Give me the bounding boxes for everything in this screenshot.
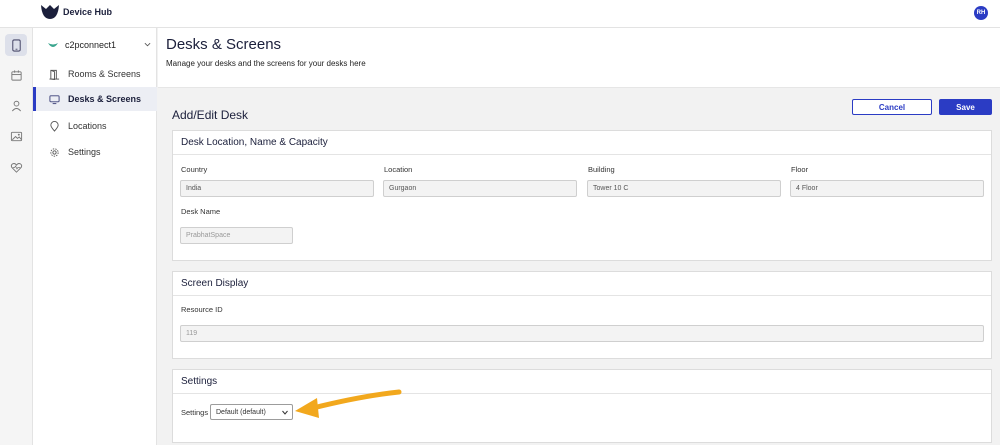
- desk-name-label: Desk Name: [181, 207, 221, 216]
- card-title: Screen Display: [181, 278, 249, 289]
- monitor-icon: [49, 94, 60, 104]
- sidebar-item-desks-screens[interactable]: Desks & Screens: [33, 87, 157, 111]
- settings-select[interactable]: Default (default): [210, 404, 293, 420]
- door-icon: [49, 69, 60, 80]
- resource-id-label: Resource ID: [181, 305, 223, 314]
- tablet-icon: [11, 38, 21, 52]
- rail-health-button[interactable]: [5, 156, 27, 178]
- chevron-down-icon: [282, 410, 288, 415]
- app-title: Device Hub: [63, 7, 113, 17]
- cancel-button[interactable]: Cancel: [852, 99, 932, 115]
- heart-pulse-icon: [10, 162, 22, 173]
- gear-icon: [50, 147, 59, 157]
- top-bar: Device Hub RH: [0, 0, 1000, 28]
- settings-label: Settings: [181, 408, 209, 417]
- sidebar-item-label: Settings: [68, 147, 101, 157]
- location-field[interactable]: Gurgaon: [383, 180, 577, 197]
- org-selector[interactable]: c2pconnect1: [48, 37, 154, 53]
- sidebar-item-locations[interactable]: Locations: [33, 114, 157, 138]
- floor-label: Floor: [791, 165, 809, 174]
- page-header: Desks & Screens Manage your desks and th…: [158, 28, 1000, 88]
- sidebar-item-label: Rooms & Screens: [68, 69, 141, 79]
- sidebar-item-label: Desks & Screens: [68, 94, 142, 104]
- section-title: Add/Edit Desk: [172, 108, 249, 122]
- sidebar-item-settings[interactable]: Settings: [33, 140, 157, 164]
- building-field[interactable]: Tower 10 C: [587, 180, 781, 197]
- rail-image-button[interactable]: [5, 125, 27, 147]
- settings-select-value: Default (default): [216, 408, 266, 416]
- device-hub-logo[interactable]: [40, 4, 60, 20]
- sidebar-item-label: Locations: [68, 121, 107, 131]
- floor-field[interactable]: 4 Floor: [790, 180, 984, 197]
- calendar-icon: [10, 69, 22, 81]
- card-title: Settings: [181, 376, 218, 387]
- org-logo-icon: [48, 42, 58, 47]
- desk-location-card: Desk Location, Name & Capacity Country I…: [172, 130, 992, 261]
- screen-display-card: Screen Display Resource ID 119: [172, 271, 992, 359]
- sidebar: c2pconnect1 Rooms & Screens Desks & Scre…: [33, 28, 157, 445]
- page-subtitle: Manage your desks and the screens for yo…: [166, 59, 366, 68]
- org-name: c2pconnect1: [65, 40, 117, 50]
- country-label: Country: [181, 165, 208, 174]
- annotation-arrow-icon: [295, 389, 402, 418]
- location-label: Location: [384, 165, 413, 174]
- resource-id-input[interactable]: 119: [180, 325, 984, 342]
- card-header: Desk Location, Name & Capacity: [173, 131, 991, 155]
- country-field[interactable]: India: [180, 180, 374, 197]
- sidebar-item-rooms-screens[interactable]: Rooms & Screens: [33, 62, 157, 86]
- building-label: Building: [588, 165, 615, 174]
- save-button[interactable]: Save: [939, 99, 992, 115]
- rail-calendar-button[interactable]: [5, 64, 27, 86]
- card-header: Screen Display: [173, 272, 991, 296]
- card-title: Desk Location, Name & Capacity: [181, 137, 328, 148]
- person-icon: [11, 100, 21, 111]
- user-avatar[interactable]: RH: [974, 6, 988, 20]
- page-title: Desks & Screens: [166, 36, 282, 53]
- rail-tablet-button[interactable]: [5, 34, 27, 56]
- location-pin-icon: [50, 120, 59, 132]
- chevron-down-icon: [144, 42, 151, 47]
- icon-rail: [0, 28, 33, 445]
- desk-name-input[interactable]: PrabhatSpace: [180, 227, 293, 244]
- image-icon: [10, 131, 22, 141]
- rail-person-button[interactable]: [5, 94, 27, 116]
